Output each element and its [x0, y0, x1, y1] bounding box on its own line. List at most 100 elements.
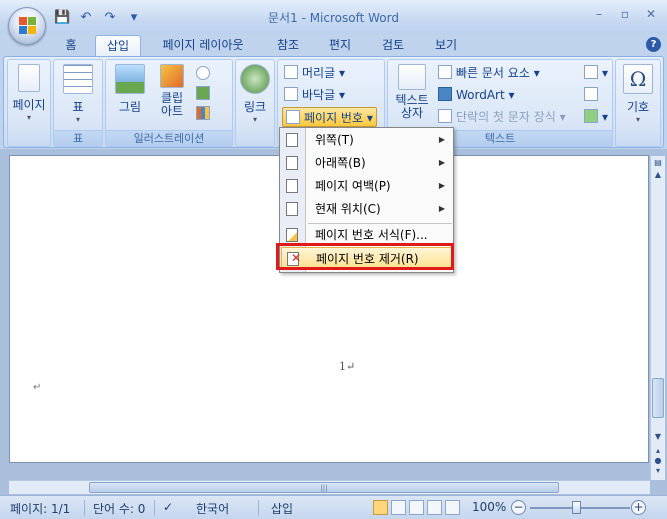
current-position-icon	[286, 202, 298, 216]
page-number-button[interactable]: 페이지 번호 ▾	[282, 107, 377, 127]
pages-icon	[18, 64, 40, 92]
tab-references[interactable]: 참조	[268, 35, 308, 56]
link-label: 링크	[243, 100, 267, 114]
vertical-scroll-thumb[interactable]	[652, 378, 664, 418]
draft-view-icon[interactable]	[445, 500, 460, 515]
proofing-icon[interactable]: ✓	[163, 500, 173, 514]
object-button[interactable]: ▾	[584, 107, 608, 127]
quick-access-toolbar: 💾 ↶ ↷ ▾	[54, 9, 142, 27]
redo-icon[interactable]: ↷	[102, 10, 118, 26]
header-button[interactable]: 머리글 ▾	[284, 63, 345, 83]
header-label: 머리글	[302, 66, 336, 80]
status-insert-mode[interactable]: 삽입	[271, 500, 293, 517]
scroll-down-icon[interactable]: ▼	[651, 432, 665, 442]
horizontal-scrollbar[interactable]: |||	[9, 480, 650, 494]
tab-page-layout[interactable]: 페이지 레이아웃	[152, 35, 254, 56]
status-page[interactable]: 페이지: 1/1	[10, 500, 70, 517]
quickparts-button[interactable]: 빠른 문서 요소 ▾	[438, 63, 540, 83]
menu-item-current-position[interactable]: 현재 위치(C) ▶	[281, 198, 453, 220]
smartart-button[interactable]	[196, 84, 214, 104]
menu-item-top-of-page[interactable]: 위쪽(T) ▶	[281, 129, 453, 151]
smartart-icon	[196, 86, 210, 100]
vertical-scrollbar[interactable]: ▤ ▲ ▼ ▴ ● ▾	[650, 156, 665, 480]
tab-review[interactable]: 검토	[373, 35, 413, 56]
paragraph-mark: ↵	[33, 382, 42, 393]
table-button[interactable]: 표 ▾	[54, 64, 102, 125]
group-pages: 페이지 ▾	[7, 59, 51, 147]
link-button[interactable]: 링크 ▾	[236, 64, 274, 125]
picture-icon	[115, 64, 145, 94]
submenu-arrow-icon: ▶	[438, 204, 445, 213]
clipart-icon	[160, 64, 184, 88]
page-number-field: 1↵	[339, 360, 356, 373]
office-button[interactable]	[8, 7, 46, 45]
tab-insert[interactable]: 삽입	[95, 35, 141, 56]
status-word-count[interactable]: 단어 수: 0	[93, 500, 145, 517]
horizontal-scroll-thumb[interactable]: |||	[89, 482, 559, 493]
menu-item-bottom-of-page[interactable]: 아래쪽(B) ▶	[281, 152, 453, 174]
table-group-label: 표	[54, 130, 102, 146]
ruler-toggle-icon[interactable]: ▤	[651, 158, 665, 168]
pages-button[interactable]: 페이지 ▾	[8, 64, 50, 123]
datetime-button[interactable]	[584, 85, 602, 105]
bottom-of-page-icon	[286, 156, 298, 170]
shapes-button[interactable]	[196, 64, 214, 84]
close-icon[interactable]: ✕	[643, 6, 659, 22]
top-of-page-icon	[286, 133, 298, 147]
status-zoom-level[interactable]: 100%	[472, 500, 506, 514]
omega-icon: Ω	[623, 64, 653, 94]
print-layout-view-icon[interactable]	[373, 500, 388, 515]
status-language[interactable]: 한국어	[196, 500, 229, 517]
tab-view[interactable]: 보기	[426, 35, 466, 56]
group-symbols: Ω 기호 ▾	[615, 59, 661, 147]
web-layout-view-icon[interactable]	[409, 500, 424, 515]
tab-home[interactable]: 홈	[58, 35, 84, 56]
undo-icon[interactable]: ↶	[78, 10, 94, 26]
status-divider	[258, 500, 259, 516]
tab-mailings[interactable]: 편지	[322, 35, 358, 56]
menu-item-page-margins[interactable]: 페이지 여백(P) ▶	[281, 175, 453, 197]
wordart-button[interactable]: WordArt ▾	[438, 85, 515, 105]
footer-button[interactable]: 바닥글 ▾	[284, 85, 345, 105]
ribbon-tabs: 홈 삽입 페이지 레이아웃 참조 편지 검토 보기	[0, 34, 667, 56]
quickparts-label: 빠른 문서 요소	[456, 66, 530, 80]
picture-button[interactable]: 그림	[110, 64, 150, 115]
page-number-icon	[286, 110, 300, 124]
symbol-label: 기호	[626, 100, 650, 114]
chart-button[interactable]	[196, 104, 214, 124]
submenu-arrow-icon: ▶	[438, 135, 445, 144]
prev-page-icon[interactable]: ▴	[651, 446, 665, 456]
full-screen-reading-view-icon[interactable]	[391, 500, 406, 515]
browse-object-icon[interactable]: ●	[651, 456, 665, 466]
textbox-button[interactable]: 텍스트 상자	[390, 64, 434, 120]
submenu-arrow-icon: ▶	[438, 181, 445, 190]
clipart-button[interactable]: 클립 아트	[152, 64, 192, 118]
customize-qat-icon[interactable]: ▾	[126, 10, 142, 26]
dropcap-label: 단락의 첫 문자 장식	[456, 110, 556, 124]
textbox-icon	[398, 64, 426, 90]
title-bar: 문서1 - Microsoft Word 💾 ↶ ↷ ▾ – ▫ ✕	[0, 0, 667, 34]
help-icon[interactable]: ?	[646, 37, 661, 52]
group-links: 링크 ▾	[235, 59, 275, 147]
format-page-numbers-icon	[286, 228, 298, 242]
minimize-icon[interactable]: –	[591, 6, 607, 22]
dropcap-button[interactable]: 단락의 첫 문자 장식 ▾	[438, 107, 566, 127]
status-divider	[84, 500, 85, 516]
group-illustrations: 그림 클립 아트 일러스트레이션	[105, 59, 233, 147]
next-page-icon[interactable]: ▾	[651, 466, 665, 476]
header-icon	[284, 65, 298, 79]
symbol-button[interactable]: Ω 기호 ▾	[616, 64, 660, 125]
zoom-in-icon[interactable]: +	[631, 500, 646, 515]
status-divider	[154, 500, 155, 516]
zoom-out-icon[interactable]: −	[511, 500, 526, 515]
page-number-label: 페이지 번호	[304, 111, 364, 125]
picture-label: 그림	[118, 100, 142, 114]
scroll-up-icon[interactable]: ▲	[651, 170, 665, 180]
menu-item-label: 페이지 여백(P)	[315, 179, 391, 193]
signature-line-button[interactable]: ▾	[584, 63, 608, 83]
save-icon[interactable]: 💾	[54, 10, 70, 26]
signature-line-icon	[584, 65, 598, 79]
outline-view-icon[interactable]	[427, 500, 442, 515]
zoom-slider-thumb[interactable]	[572, 501, 581, 514]
restore-icon[interactable]: ▫	[617, 6, 633, 22]
